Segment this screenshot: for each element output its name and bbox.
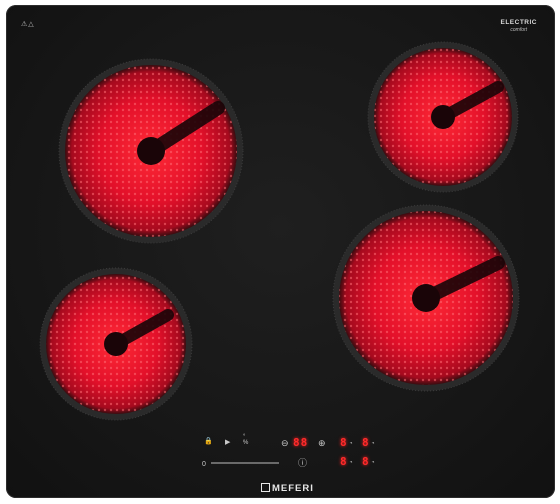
boost-icon[interactable]: °% (243, 434, 248, 446)
zone-front-left[interactable] (39, 267, 193, 421)
plus-button[interactable]: ⊕ (318, 439, 326, 448)
zone-rear-right[interactable] (367, 41, 519, 193)
timer-display: 88 (293, 436, 309, 449)
zone-display-front-left: 8 (340, 455, 348, 468)
logo-text: MEFERI (272, 483, 314, 494)
zone-indicator-icon: ◔ (371, 460, 375, 466)
slider-zero-label: 0 (202, 461, 206, 468)
cooktop-glass: ⚠△ ELECTRIC comfort 🔒 ▶ ° % ⊖ 88 ⊕ 8 ◔ 8… (6, 5, 555, 498)
zone-indicator-icon: ◔ (349, 441, 353, 447)
zone-rear-left[interactable] (58, 58, 244, 244)
play-icon[interactable]: ▶ (225, 439, 230, 447)
lock-icon[interactable]: 🔒 (204, 438, 213, 446)
zone-front-right[interactable] (332, 204, 520, 392)
info-icon[interactable]: ⓘ (298, 459, 307, 468)
zone-display-front-right: 8 (362, 455, 370, 468)
logo-mark-icon (261, 483, 270, 492)
heating-zones (39, 41, 520, 464)
zone-indicator-icon: ◔ (371, 441, 375, 447)
zone-display-rear-left: 8 (340, 436, 348, 449)
zone-display-rear-right: 8 (362, 436, 370, 449)
zone-indicator-icon: ◔ (349, 460, 353, 466)
brand-logo: MEFERI (261, 483, 314, 494)
minus-button[interactable]: ⊖ (281, 439, 289, 448)
